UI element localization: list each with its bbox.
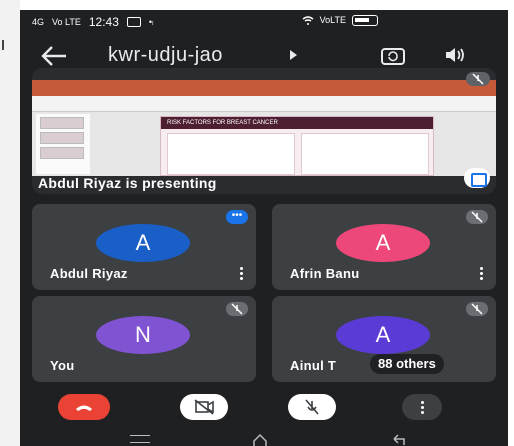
shared-screen: RISK FACTORS FOR BREAST CANCER [32, 80, 496, 176]
speaker-icon[interactable] [444, 45, 468, 65]
avatar: N [96, 316, 190, 354]
nav-back-icon[interactable] [390, 433, 408, 446]
slide-title: RISK FACTORS FOR BREAST CANCER [161, 117, 433, 129]
end-call-button[interactable] [58, 394, 110, 420]
mic-off-icon [466, 302, 488, 316]
others-count-badge[interactable]: 88 others [370, 354, 444, 374]
presentation-tile[interactable]: RISK FACTORS FOR BREAST CANCER Abdul Riy… [32, 68, 496, 194]
chevron-right-icon[interactable] [290, 50, 297, 60]
status-time: 12:43 [88, 15, 119, 29]
notification-dots-icon: •ₗ [148, 16, 154, 27]
back-arrow-icon[interactable] [40, 44, 68, 68]
slide-column-left [167, 133, 295, 175]
camera-off-icon [194, 399, 214, 415]
signal-sub-label: Vo LTE [52, 16, 81, 27]
hang-up-icon [76, 405, 92, 411]
volte-label: VoLTE [319, 15, 346, 25]
speaking-indicator-icon: ••• [226, 210, 248, 224]
battery-icon [352, 15, 378, 26]
fullscreen-button[interactable] [464, 168, 490, 188]
participant-tile[interactable]: A Afrin Banu [272, 204, 496, 290]
meeting-code-title[interactable]: kwr-udju-jao [108, 44, 223, 67]
current-slide: RISK FACTORS FOR BREAST CANCER [160, 116, 434, 176]
more-vertical-icon [402, 394, 442, 414]
participant-tile[interactable]: ••• A Abdul Riyaz [32, 204, 256, 290]
slide-column-right [301, 133, 429, 175]
more-options-button[interactable] [402, 394, 442, 420]
mic-off-icon [305, 399, 319, 415]
mic-toggle-button[interactable] [288, 394, 336, 420]
call-controls [20, 390, 508, 424]
screenshot-top-margin [0, 0, 514, 10]
participant-name: You [50, 358, 75, 373]
participant-name: Abdul Riyaz [50, 266, 128, 281]
message-icon [126, 17, 141, 27]
more-options-icon[interactable] [238, 266, 244, 280]
wifi-icon [302, 15, 314, 25]
avatar: A [336, 316, 430, 354]
switch-camera-icon[interactable] [380, 44, 406, 66]
mic-off-icon [466, 210, 488, 224]
edge-mark [2, 40, 12, 50]
mic-off-icon [226, 302, 248, 316]
mic-off-icon [466, 72, 490, 86]
app-toolbar-ribbon [32, 96, 496, 112]
status-bar: 4G Vo LTE 12:43 •ₗ VoLTE [20, 10, 508, 32]
meet-screen: 4G Vo LTE 12:43 •ₗ VoLTE kwr-udju-jao RI… [20, 10, 508, 446]
signal-label: 4G [32, 16, 45, 27]
camera-toggle-button[interactable] [180, 394, 228, 420]
participant-name: Ainul T [290, 358, 337, 373]
presenting-label: Abdul Riyaz is presenting [38, 175, 217, 191]
recents-icon[interactable] [130, 435, 150, 443]
background-edge [0, 0, 20, 446]
avatar: A [336, 224, 430, 262]
android-nav-bar [20, 430, 508, 446]
home-icon[interactable] [252, 433, 268, 446]
app-title-ribbon [32, 80, 496, 96]
slide-thumbnails [36, 114, 90, 174]
participant-name: Afrin Banu [290, 266, 360, 281]
participant-tile[interactable]: A Ainul T 88 others [272, 296, 496, 382]
avatar: A [96, 224, 190, 262]
participant-tile[interactable]: N You [32, 296, 256, 382]
more-options-icon[interactable] [478, 266, 484, 280]
